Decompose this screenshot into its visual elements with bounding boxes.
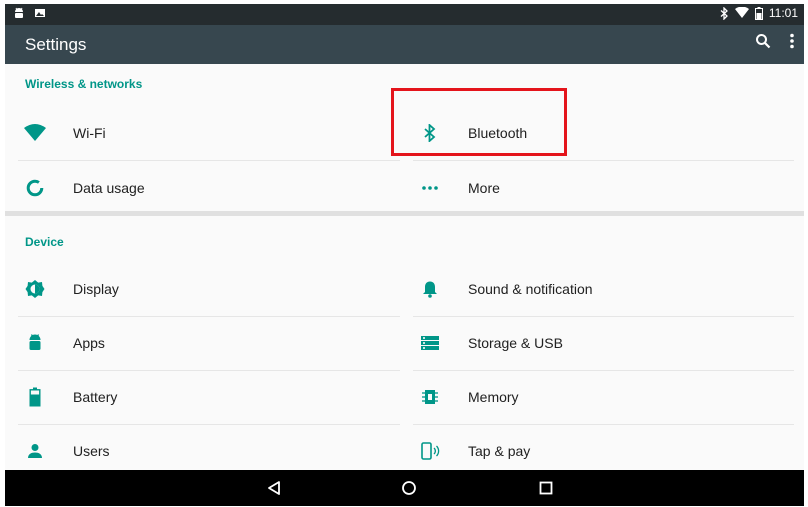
setting-wifi[interactable]: Wi-Fi [5, 106, 400, 160]
tap-pay-icon [418, 439, 442, 463]
setting-label: Data usage [73, 180, 145, 196]
status-bar: 11:01 [5, 4, 804, 25]
page-title: Settings [25, 35, 87, 54]
battery-icon [754, 6, 763, 20]
setting-label: More [468, 180, 500, 196]
user-icon [23, 439, 47, 463]
screen: 11:01 Settings Wireless & networks Wi-Fi [5, 4, 804, 506]
setting-label: Memory [468, 389, 519, 405]
section-wireless-networks: Wireless & networks Wi-Fi Bluetooth Data… [5, 64, 804, 211]
setting-label: Wi-Fi [73, 125, 106, 141]
setting-more[interactable]: More [400, 161, 795, 215]
wifi-icon [23, 121, 47, 145]
app-bar: Settings [5, 25, 804, 64]
android-icon [23, 331, 47, 355]
storage-icon [418, 331, 442, 355]
android-icon [13, 7, 25, 19]
section-title-wireless: Wireless & networks [25, 77, 143, 91]
setting-display[interactable]: Display [5, 262, 400, 316]
settings-content: Wireless & networks Wi-Fi Bluetooth Data… [5, 64, 804, 470]
bluetooth-highlight-box [391, 88, 567, 156]
setting-label: Users [73, 443, 110, 459]
setting-storage-usb[interactable]: Storage & USB [400, 316, 795, 370]
section-device: Device Display Sound & notification Apps… [5, 216, 804, 470]
setting-label: Display [73, 281, 119, 297]
wifi-icon [734, 7, 749, 19]
status-time: 11:01 [768, 6, 798, 20]
section-title-device: Device [25, 235, 64, 249]
setting-label: Tap & pay [468, 443, 531, 459]
photo-icon [34, 7, 46, 19]
more-dots-icon [418, 176, 442, 200]
setting-label: Apps [73, 335, 105, 351]
battery-icon [23, 385, 47, 409]
data-usage-icon [23, 176, 47, 200]
search-icon[interactable] [755, 33, 771, 54]
back-icon[interactable] [264, 478, 284, 498]
recents-icon[interactable] [536, 478, 556, 498]
setting-apps[interactable]: Apps [5, 316, 400, 370]
setting-label: Storage & USB [468, 335, 563, 351]
memory-chip-icon [418, 385, 442, 409]
setting-label: Battery [73, 389, 118, 405]
overflow-menu-icon[interactable] [789, 33, 795, 54]
setting-label: Sound & notification [468, 281, 593, 297]
setting-battery[interactable]: Battery [5, 370, 400, 424]
navigation-bar [5, 470, 804, 506]
setting-data-usage[interactable]: Data usage [5, 161, 400, 215]
home-icon[interactable] [399, 478, 419, 498]
setting-memory[interactable]: Memory [400, 370, 795, 424]
bluetooth-icon [720, 6, 729, 20]
display-brightness-icon [23, 277, 47, 301]
setting-sound-notification[interactable]: Sound & notification [400, 262, 795, 316]
bell-icon [418, 277, 442, 301]
